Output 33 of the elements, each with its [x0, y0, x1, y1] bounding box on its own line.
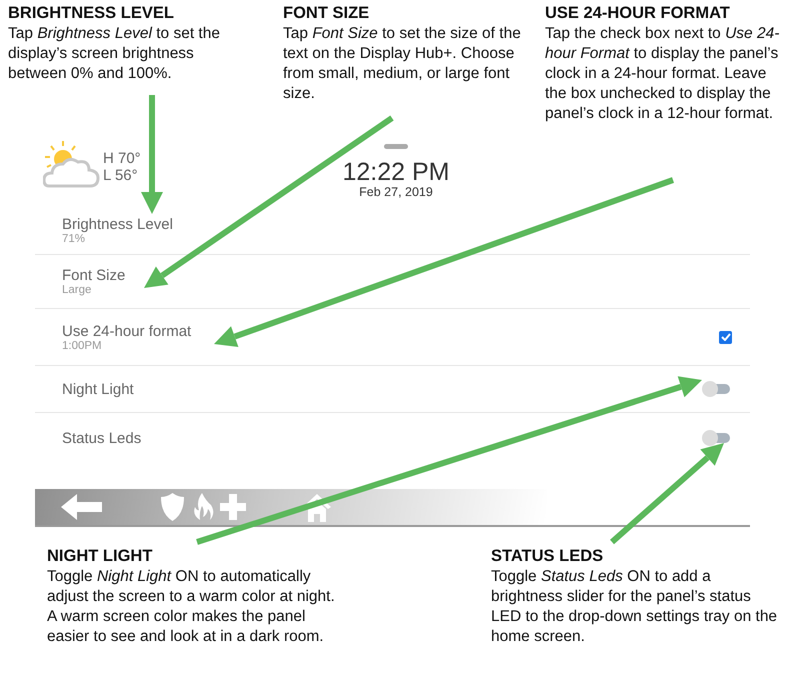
note-title: NIGHT LIGHT — [47, 547, 154, 566]
note-text: Tap Font Size to set the size of the text on the Display Hub+. Choose from small, medium, or large font size. — [283, 24, 522, 104]
note-title: STATUS LEDS — [491, 547, 604, 566]
low-temperature: L 56° — [103, 167, 139, 184]
setting-value: 71% — [62, 233, 86, 245]
setting-label: Brightness Level — [62, 216, 173, 233]
back-arrow-icon[interactable] — [61, 494, 103, 520]
setting-value: Large — [62, 284, 92, 296]
clock-date: Feb 27, 2019 — [359, 185, 433, 199]
setting-label: Font Size — [62, 267, 126, 284]
note-title: USE 24-HOUR FORMAT — [545, 4, 731, 23]
high-temperature: H 70° — [103, 150, 141, 167]
note-title: BRIGHTNESS LEVEL — [8, 4, 175, 23]
note-text: Tap the check box next to Use 24-hour Format to display the panel’s clock in a 24-hour format. Leave the box unchecked to display the panel’s clock in a 12-hour format. — [545, 24, 780, 124]
shield-icon[interactable] — [161, 493, 184, 521]
toggle-switch[interactable] — [702, 430, 732, 446]
clock-time: 12:22 PM — [342, 159, 450, 185]
note-text: Toggle Night Light ON to automatically adjust the screen to a warm color at night. A warm screen color makes the panel easier to see and look at in a dark room. — [47, 567, 336, 647]
note-title: FONT SIZE — [283, 4, 370, 23]
note-text: Tap Brightness Level to set the display’s screen brightness between 0% and 100%. — [8, 24, 221, 84]
partly-cloudy-icon — [43, 140, 101, 188]
setting-label: Status Leds — [62, 430, 142, 446]
plus-icon[interactable] — [220, 494, 246, 520]
drag-handle[interactable] — [384, 144, 408, 149]
setting-label: Use 24-hour format — [62, 322, 192, 340]
toggle-switch[interactable] — [702, 381, 732, 397]
note-text: Toggle Status Leds ON to add a brightness slider for the panel’s status LED to the drop-down settings tray on the home screen. — [491, 567, 778, 647]
setting-value: 1:00PM — [62, 340, 103, 352]
settings-row[interactable]: Status Leds — [35, 413, 750, 463]
settings-row[interactable]: Brightness Level 71% — [35, 207, 750, 255]
flame-icon[interactable] — [192, 493, 214, 521]
checkbox[interactable] — [719, 330, 732, 344]
setting-label: Night Light — [62, 380, 134, 398]
